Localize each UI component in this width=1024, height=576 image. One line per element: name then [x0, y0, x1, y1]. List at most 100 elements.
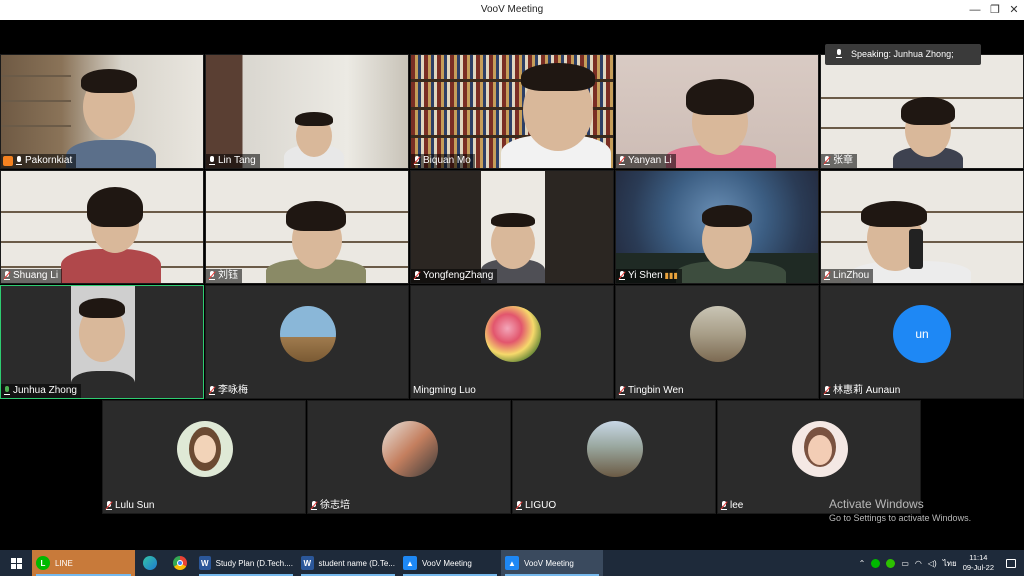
wechat-tray-icon[interactable] — [886, 558, 896, 568]
participant-name: 张章 — [821, 154, 857, 168]
participant-tile[interactable]: 李咏梅 — [205, 285, 409, 399]
participant-tile[interactable]: Tingbin Wen — [615, 285, 819, 399]
edge-icon — [143, 556, 157, 570]
mic-icon — [835, 49, 843, 59]
avatar — [690, 306, 746, 362]
volume-icon[interactable]: ◁) — [928, 559, 937, 568]
avatar — [485, 306, 541, 362]
participant-name: Biquan Mo — [411, 154, 475, 168]
mic-muted-icon — [413, 156, 421, 166]
participant-name: Junhua Zhong — [1, 384, 81, 398]
close-button[interactable]: ✕ — [1003, 0, 1024, 20]
participant-tile[interactable]: Lulu Sun — [102, 400, 306, 514]
voov-icon: ▲ — [505, 556, 519, 570]
participant-name: Yi Shen ▮▮▮ — [616, 269, 682, 283]
notification-icon[interactable] — [1006, 558, 1016, 568]
word-icon: W — [301, 556, 314, 570]
participant-tile[interactable]: Lin Tang — [205, 54, 409, 169]
participant-name: Mingming Luo — [413, 385, 476, 396]
participant-name: LIGUO — [513, 499, 560, 513]
participant-name: Pakornkiat — [1, 154, 77, 168]
participant-tile[interactable]: 张章 — [820, 54, 1024, 169]
participant-tile[interactable]: Yanyan Li — [615, 54, 819, 169]
taskbar: L LINE W Study Plan (D.Tech.... W studen… — [0, 550, 1024, 576]
mic-muted-icon — [105, 501, 113, 511]
participant-name: Lulu Sun — [103, 499, 158, 513]
mic-muted-icon — [618, 156, 626, 166]
participant-tile[interactable]: Junhua Zhong — [0, 285, 204, 399]
taskbar-edge[interactable] — [135, 550, 165, 576]
mic-muted-icon — [823, 156, 831, 166]
participant-name: Shuang Li — [1, 269, 63, 283]
mic-muted-icon — [3, 271, 11, 281]
avatar — [177, 421, 233, 477]
participant-name: YongfengZhang — [411, 269, 498, 283]
voov-icon: ▲ — [403, 556, 417, 570]
avatar — [792, 421, 848, 477]
participant-name: lee — [718, 499, 747, 513]
mic-muted-icon — [208, 386, 216, 396]
taskbar-voov-1[interactable]: ▲ VooV Meeting — [399, 550, 501, 576]
taskbar-voov-2[interactable]: ▲ VooV Meeting — [501, 550, 603, 576]
avatar — [382, 421, 438, 477]
mic-muted-icon — [515, 501, 523, 511]
host-icon — [3, 156, 13, 166]
mic-active-icon — [3, 386, 11, 396]
taskbar-word-study-plan[interactable]: W Study Plan (D.Tech.... — [195, 550, 297, 576]
mic-muted-icon — [208, 271, 216, 281]
participant-name: 李咏梅 — [206, 384, 252, 398]
mic-muted-icon — [618, 386, 626, 396]
avatar — [280, 306, 336, 362]
mic-icon — [208, 156, 216, 166]
participant-name: 刘钰 — [206, 269, 242, 283]
network-icon[interactable]: ▭ — [901, 559, 909, 568]
windows-icon — [10, 557, 22, 569]
participant-tile[interactable]: Yi Shen ▮▮▮ — [615, 170, 819, 284]
signal-icon: ▮▮▮ — [664, 271, 678, 280]
participant-tile[interactable]: Mingming Luo — [410, 285, 614, 399]
mic-muted-icon — [823, 386, 831, 396]
speaking-indicator: Speaking: Junhua Zhong; — [825, 44, 981, 65]
minimize-button[interactable]: — — [964, 0, 986, 20]
mic-muted-icon — [413, 271, 421, 281]
participant-tile[interactable]: 徐志培 — [307, 400, 511, 514]
participant-name: LinZhou — [821, 269, 874, 283]
participant-tile[interactable]: LinZhou — [820, 170, 1024, 284]
language-indicator[interactable]: ไทย — [943, 557, 957, 570]
activate-windows-watermark: Activate Windows Go to Settings to activ… — [829, 497, 972, 523]
participant-tile[interactable]: 刘钰 — [205, 170, 409, 284]
mic-muted-icon — [823, 271, 831, 281]
taskbar-word-student-name[interactable]: W student name (D.Te... — [297, 550, 399, 576]
participant-name: Lin Tang — [206, 154, 260, 168]
avatar: un — [893, 305, 951, 363]
avatar — [587, 421, 643, 477]
mic-muted-icon — [618, 271, 626, 281]
window-title: VooV Meeting — [480, 4, 544, 15]
participant-tile[interactable]: YongfengZhang — [410, 170, 614, 284]
participant-tile[interactable]: un 林惠莉 Aunaun — [820, 285, 1024, 399]
line-icon: L — [36, 556, 50, 570]
system-tray: ⌃ ▭ ◠ ◁) ไทย 11:14 09-Jul-22 — [859, 550, 1024, 576]
video-grid: Pakornkiat Lin Tang Biquan Mo Yanyan Li — [0, 20, 1024, 550]
participant-name: 徐志培 — [308, 499, 354, 513]
line-tray-icon[interactable] — [871, 558, 881, 568]
participant-name: Yanyan Li — [616, 154, 676, 168]
participant-tile[interactable]: Shuang Li — [0, 170, 204, 284]
clock[interactable]: 11:14 09-Jul-22 — [963, 553, 994, 573]
chrome-icon — [173, 556, 187, 570]
mic-icon — [15, 156, 23, 166]
taskbar-chrome[interactable] — [165, 550, 195, 576]
title-bar: VooV Meeting — ❐ ✕ — [0, 0, 1024, 20]
mic-muted-icon — [720, 501, 728, 511]
wifi-icon[interactable]: ◠ — [915, 559, 922, 568]
taskbar-line[interactable]: L LINE — [32, 550, 135, 576]
mic-muted-icon — [310, 501, 318, 511]
participant-tile[interactable]: Pakornkiat — [0, 54, 204, 169]
participant-tile[interactable]: Biquan Mo — [410, 54, 614, 169]
start-button[interactable] — [0, 550, 32, 576]
word-icon: W — [199, 556, 211, 570]
participant-tile[interactable]: LIGUO — [512, 400, 716, 514]
participant-name: Tingbin Wen — [616, 384, 688, 398]
participant-name: 林惠莉 Aunaun — [821, 384, 904, 398]
chevron-up-icon[interactable]: ⌃ — [859, 559, 866, 568]
